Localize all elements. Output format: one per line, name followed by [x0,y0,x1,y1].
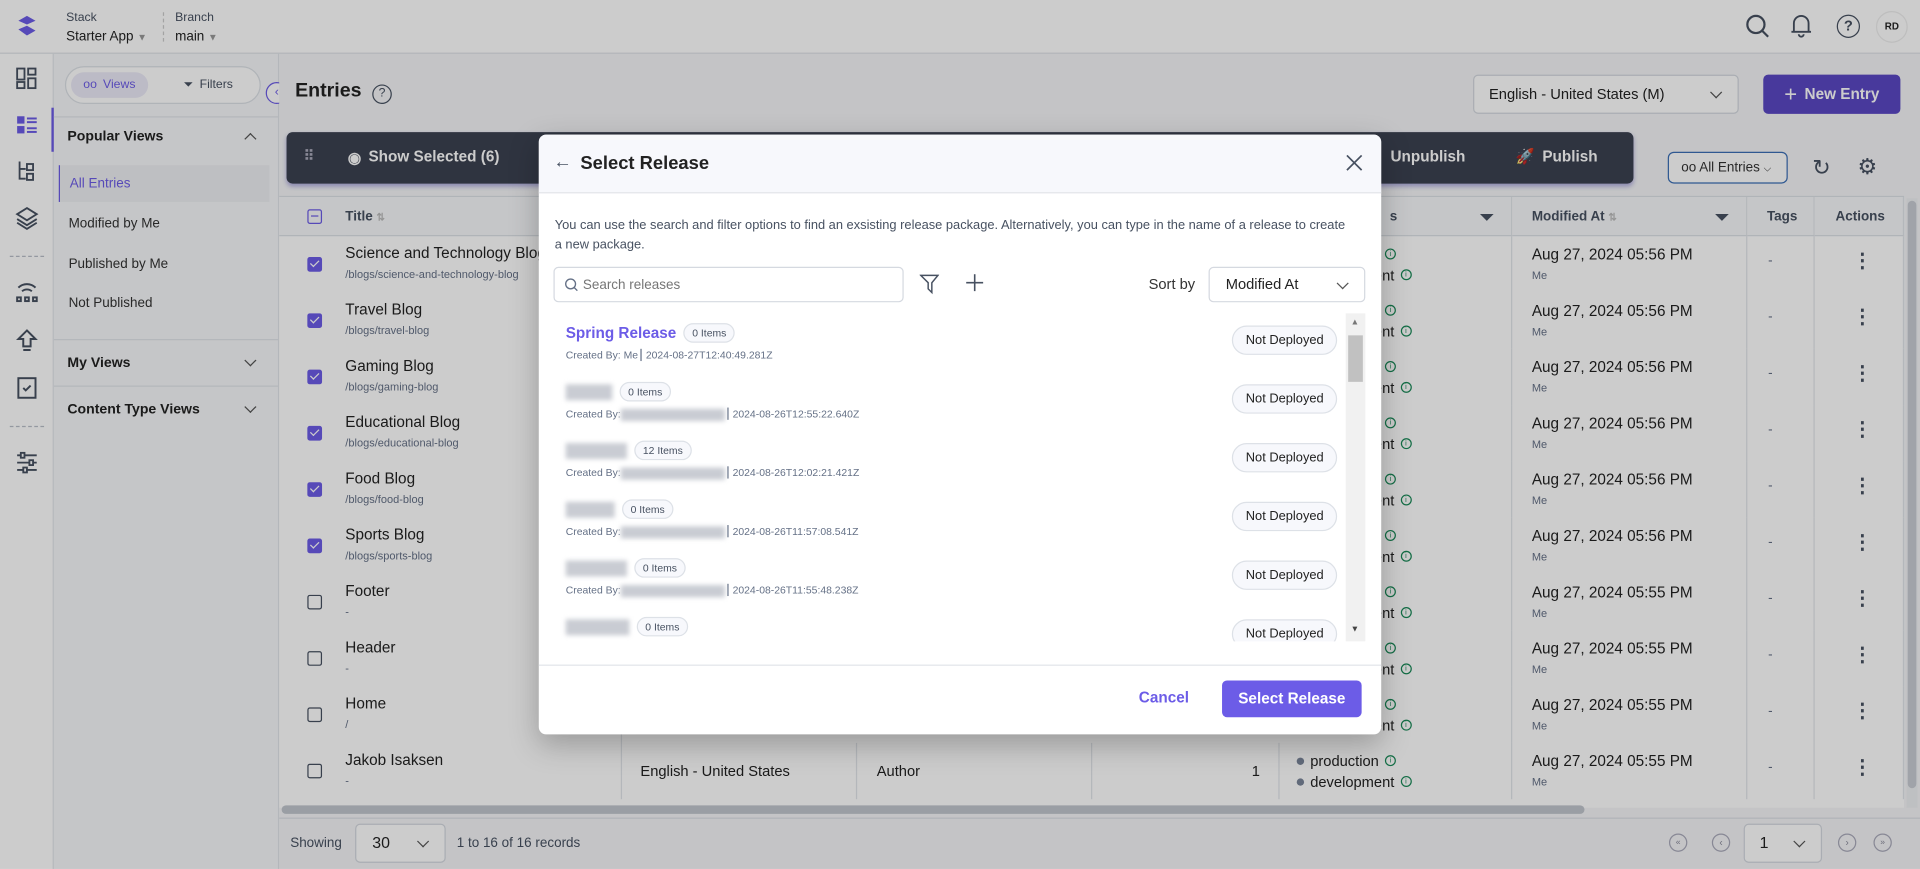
items-count-badge: 0 Items [634,558,686,578]
modal-description: You can use the search and filter option… [554,217,1346,253]
scroll-down-arrow-icon[interactable]: ▼ [1351,625,1359,634]
items-count-badge: 0 Items [683,323,735,343]
creator-redacted [620,467,725,480]
modal-header: ← Select Release [538,134,1382,194]
created-by: Created By: [565,407,621,420]
created-by: Created By: [565,466,621,479]
deployment-status-badge: Not Deployed [1232,325,1338,355]
deployment-status-badge: Not Deployed [1232,619,1338,642]
items-count-badge: 0 Items [619,381,671,402]
created-by: Created By: Me [565,348,639,362]
scroll-up-arrow-icon[interactable]: ▲ [1351,318,1359,327]
release-item[interactable]: 12 Items Created By: 2024-08-26T12:02:21.… [553,440,1338,500]
select-release-modal: ← Select Release You can use the search … [538,134,1382,735]
release-item[interactable]: 0 Items Created By: 2024-08-26T12:55:22.6… [553,381,1338,441]
plus-icon[interactable] [966,274,984,292]
items-count-badge: 0 Items [636,616,689,637]
release-item[interactable]: 0 Items Created By: 2024-08-26T11:57:08.5… [553,499,1338,558]
release-name-redacted [565,618,630,635]
select-release-button[interactable]: Select Release [1222,680,1362,718]
app: Stack Starter App ▼ Branch main ▼ ? RD o… [0,0,1920,869]
release-name-redacted [565,442,627,459]
deployment-status-badge: Not Deployed [1232,560,1338,590]
deployment-status-badge: Not Deployed [1232,443,1338,473]
release-item[interactable]: 0 Items Created By: 2024-08-26T11:55:48.2… [553,558,1338,617]
cancel-button[interactable]: Cancel [1139,689,1189,706]
creator-redacted [620,584,725,597]
close-icon[interactable] [1346,154,1363,171]
release-date: 2024-08-26T11:55:48.238Z [727,583,859,597]
release-list: Spring Release 0 Items Created By: Me 2024… [539,313,1347,642]
deployment-status-badge: Not Deployed [1232,384,1338,414]
search-releases-input[interactable] [582,277,889,292]
back-arrow-icon[interactable]: ← [553,152,571,173]
release-list-scrollbar[interactable]: ▲ ▼ [1345,313,1366,642]
sort-by-value: Modified At [1225,275,1299,293]
release-name-redacted [565,501,615,518]
scrollbar-thumb[interactable] [1348,335,1363,382]
release-name-redacted [565,383,613,400]
creator-redacted [620,525,725,539]
release-date: 2024-08-26T12:02:21.421Z [727,466,860,479]
sort-by-dropdown[interactable]: Modified At [1208,266,1366,303]
release-date: 2024-08-27T12:40:49.281Z [640,348,773,362]
deployment-status-badge: Not Deployed [1232,501,1338,532]
search-icon [565,278,578,292]
items-count-badge: 0 Items [622,499,674,519]
sort-by-label: Sort by [1148,275,1196,293]
release-name-redacted [565,559,627,576]
search-releases-field[interactable] [553,266,904,303]
modal-title: Select Release [580,152,710,174]
divider [538,664,1382,666]
items-count-badge: 12 Items [634,440,692,461]
release-item[interactable]: Spring Release 0 Items Created By: Me 2024… [553,323,1338,382]
chevron-down-icon [1336,277,1349,290]
creator-redacted [620,408,725,421]
release-name[interactable]: Spring Release [566,324,677,341]
created-by: Created By: [565,583,621,597]
release-date: 2024-08-26T12:55:22.640Z [727,407,860,420]
created-by: Created By: [565,525,621,538]
release-date: 2024-08-26T11:57:08.541Z [727,525,859,538]
release-item[interactable]: 0 Items Not Deployed [553,616,1338,642]
filter-icon[interactable] [919,273,940,295]
